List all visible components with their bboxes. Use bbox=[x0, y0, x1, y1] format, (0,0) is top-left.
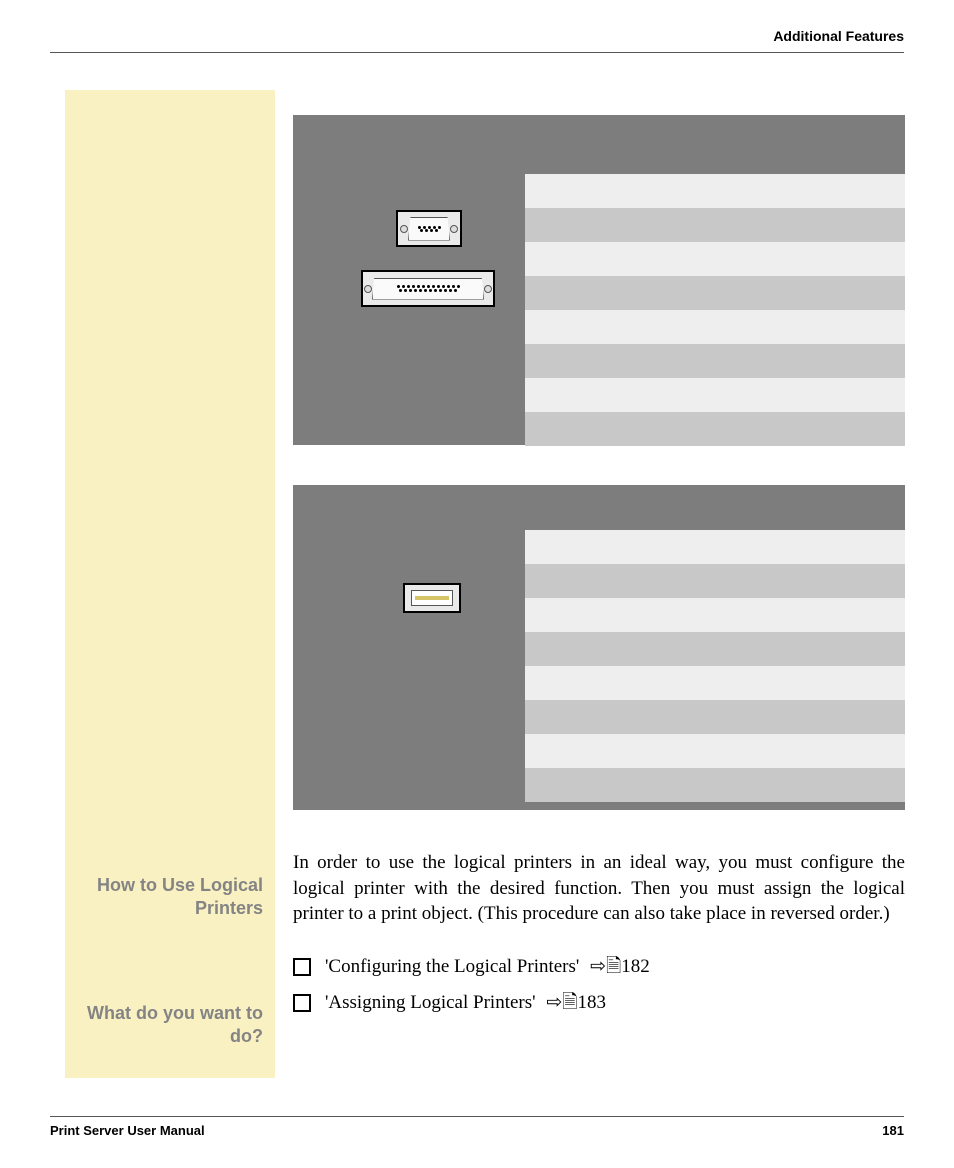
figure-ports-diagram bbox=[293, 115, 905, 445]
page-icon: 🗎 bbox=[562, 985, 577, 1021]
page-icon: 🗎 bbox=[606, 949, 621, 985]
figure-table-rows bbox=[525, 174, 905, 446]
section-title: Additional Features bbox=[773, 28, 904, 44]
footer-page-number: 181 bbox=[882, 1123, 904, 1138]
main-content: In order to use the logical printers in … bbox=[293, 115, 905, 1021]
page-footer: Print Server User Manual 181 bbox=[50, 1116, 904, 1138]
checklist-item: 'Assigning Logical Printers' ⇨🗎183 bbox=[293, 985, 905, 1021]
page-ref: ⇨🗎183 bbox=[546, 985, 606, 1021]
checklist-label: 'Configuring the Logical Printers' bbox=[325, 956, 579, 977]
figure-internal-diagram bbox=[293, 485, 905, 810]
sidebar-heading-whatdo: What do you want to do? bbox=[83, 1002, 263, 1049]
checklist-item: 'Configuring the Logical Printers' ⇨🗎182 bbox=[293, 949, 905, 985]
page-ref: ⇨🗎182 bbox=[590, 949, 650, 985]
internal-card-icon bbox=[403, 583, 461, 613]
arrow-icon: ⇨ bbox=[546, 985, 562, 1021]
db9-serial-port-icon bbox=[396, 210, 462, 247]
arrow-icon: ⇨ bbox=[590, 949, 606, 985]
footer-manual-title: Print Server User Manual bbox=[50, 1123, 205, 1138]
db25-parallel-port-icon bbox=[361, 270, 495, 307]
sidebar: How to Use Logical Printers What do you … bbox=[65, 90, 275, 1078]
checklist: 'Configuring the Logical Printers' ⇨🗎182… bbox=[293, 949, 905, 1021]
checkbox-icon bbox=[293, 958, 311, 976]
page-header: Additional Features bbox=[50, 28, 904, 53]
sidebar-heading-howto: How to Use Logical Printers bbox=[83, 874, 263, 921]
page-number: 183 bbox=[578, 985, 607, 1021]
page-number: 182 bbox=[621, 949, 650, 985]
figure-table-rows bbox=[525, 530, 905, 802]
checklist-label: 'Assigning Logical Printers' bbox=[325, 992, 536, 1013]
checkbox-icon bbox=[293, 994, 311, 1012]
body-paragraph: In order to use the logical printers in … bbox=[293, 850, 905, 927]
